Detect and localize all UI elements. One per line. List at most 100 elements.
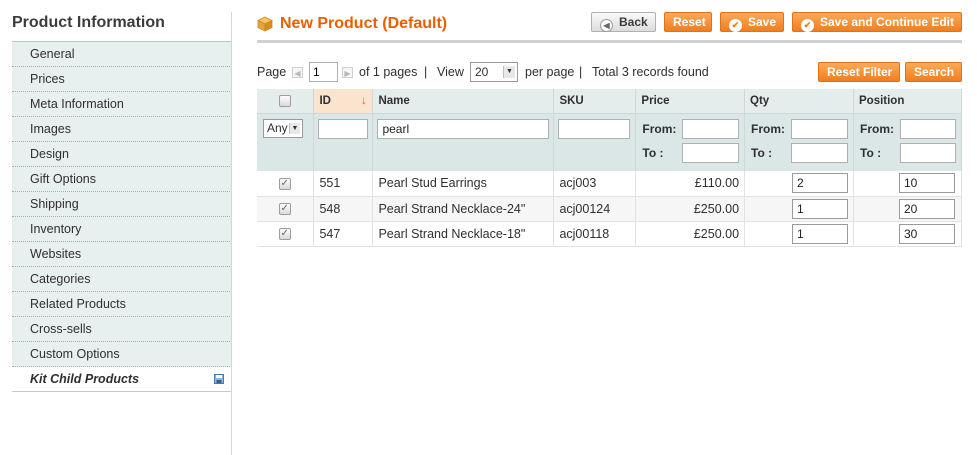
sidebar-item-kit-child-products[interactable]: Kit Child Products [12, 367, 232, 392]
cell-qty [744, 171, 854, 197]
save-and-continue-button[interactable]: ✔ Save and Continue Edit [792, 12, 962, 32]
grid-filter-row: Any ▼ From: To : From: To : [257, 113, 962, 171]
sidebar-item-related-products[interactable]: Related Products [12, 292, 232, 317]
position-range-filter: From: To : [858, 118, 957, 167]
sidebar-item-shipping[interactable]: Shipping [12, 192, 232, 217]
reset-button[interactable]: Reset [664, 12, 712, 32]
total-records-text: Total 3 records found [592, 65, 709, 79]
save-button-label: Save [748, 15, 777, 29]
sidebar-item-label: Related Products [30, 297, 126, 311]
view-label: View [437, 65, 464, 79]
sidebar-item-label: General [30, 47, 75, 61]
id-filter-input[interactable] [318, 118, 369, 139]
per-page-label: per page [525, 65, 575, 79]
position-input[interactable] [899, 173, 955, 194]
sidebar-item-prices[interactable]: Prices [12, 67, 232, 92]
row-checkbox[interactable]: ✓ [278, 228, 291, 241]
back-button[interactable]: ◀ Back [591, 12, 656, 32]
sidebar-item-label: Websites [30, 247, 82, 261]
sidebar-item-gift-options[interactable]: Gift Options [12, 167, 232, 192]
sidebar-item-general[interactable]: General [12, 42, 232, 67]
chevron-down-icon: ▼ [503, 66, 515, 78]
cell-id: 547 [313, 221, 374, 247]
qty-from-input[interactable] [791, 118, 849, 139]
sidebar-item-images[interactable]: Images [12, 117, 232, 142]
price-from-label: From: [642, 121, 677, 136]
save-button[interactable]: ✔ Save [720, 12, 784, 32]
column-sku-label: SKU [559, 94, 584, 107]
search-button[interactable]: Search [905, 62, 962, 82]
position-from-input[interactable] [900, 118, 956, 139]
sort-down-arrow-icon: ↓ [360, 94, 367, 107]
in-kit-filter-value: Any [267, 120, 288, 135]
column-header-qty[interactable]: Qty [744, 89, 854, 114]
table-row[interactable]: ✓ 548 Pearl Strand Necklace-24" acj00124… [257, 196, 962, 222]
search-button-label: Search [914, 65, 955, 79]
column-header-position[interactable]: Position [853, 89, 962, 114]
cell-name: Pearl Strand Necklace-24" [372, 196, 555, 222]
pager-separator: | [424, 65, 428, 79]
reset-filter-button[interactable]: Reset Filter [818, 62, 900, 82]
position-input[interactable] [899, 198, 955, 219]
per-page-select[interactable]: 20 ▼ [470, 62, 518, 82]
sidebar-item-label: Categories [30, 272, 91, 286]
sidebar-item-label: Cross-sells [30, 322, 92, 336]
column-price-label: Price [641, 94, 670, 107]
sidebar-item-label: Shipping [30, 197, 79, 211]
cell-position [853, 196, 962, 222]
checkmark-icon: ✔ [801, 19, 814, 32]
qty-input[interactable] [792, 173, 849, 194]
row-checkbox[interactable]: ✓ [278, 177, 291, 190]
sidebar-item-inventory[interactable]: Inventory [12, 217, 232, 242]
header-select-all[interactable] [257, 89, 315, 114]
sidebar-item-categories[interactable]: Categories [12, 267, 232, 292]
of-pages-text: of 1 pages [359, 65, 418, 79]
price-to-input[interactable] [682, 142, 740, 163]
cell-name: Pearl Stud Earrings [372, 171, 555, 197]
name-filter-input[interactable] [377, 118, 550, 139]
table-row[interactable]: ✓ 547 Pearl Strand Necklace-18" acj00118… [257, 221, 962, 247]
sidebar-item-label: Meta Information [30, 97, 124, 111]
column-header-id[interactable]: ID ↓ [313, 89, 374, 114]
qty-input[interactable] [792, 223, 849, 244]
qty-input[interactable] [792, 198, 849, 219]
cell-id: 548 [313, 196, 374, 222]
sku-filter-input[interactable] [558, 118, 631, 139]
column-header-price[interactable]: Price [635, 89, 746, 114]
column-id-label: ID [319, 94, 331, 107]
sidebar-item-cross-sells[interactable]: Cross-sells [12, 317, 232, 342]
sidebar-item-websites[interactable]: Websites [12, 242, 232, 267]
column-qty-label: Qty [750, 94, 770, 107]
sidebar-item-design[interactable]: Design [12, 142, 232, 167]
back-button-label: Back [619, 15, 648, 29]
row-select-cell: ✓ [257, 171, 315, 197]
cell-sku: acj00124 [553, 196, 637, 222]
sidebar-item-meta-information[interactable]: Meta Information [12, 92, 232, 117]
cell-id: 551 [313, 171, 374, 197]
column-header-sku[interactable]: SKU [553, 89, 637, 114]
kit-child-products-grid: ID ↓ Name SKU Price Qty Position Any ▼ Fr… [257, 89, 962, 247]
sidebar-item-label: Inventory [30, 222, 82, 236]
in-kit-filter-select[interactable]: Any ▼ [263, 118, 303, 138]
select-all-checkbox[interactable] [278, 94, 291, 107]
page-title: New Product (Default) [258, 15, 447, 33]
next-page-icon[interactable]: ▶ [342, 67, 353, 78]
reset-filter-label: Reset Filter [827, 65, 893, 79]
position-input[interactable] [899, 223, 955, 244]
save-continue-button-label: Save and Continue Edit [820, 15, 955, 29]
sidebar-title: Product Information [12, 14, 165, 31]
page-title-text: New Product (Default) [280, 15, 448, 32]
page-number-input[interactable] [309, 62, 338, 82]
position-to-input[interactable] [900, 142, 956, 163]
table-row[interactable]: ✓ 551 Pearl Stud Earrings acj003 £110.00 [257, 171, 962, 197]
sidebar-tab-list: General Prices Meta Information Images D… [12, 41, 232, 392]
cell-qty [744, 221, 854, 247]
qty-range-filter: From: To : [749, 118, 849, 167]
qty-to-input[interactable] [791, 142, 849, 163]
sidebar-item-custom-options[interactable]: Custom Options [12, 342, 232, 367]
filter-cell-position: From: To : [853, 113, 962, 171]
row-checkbox[interactable]: ✓ [278, 203, 291, 216]
column-header-name[interactable]: Name [372, 89, 555, 114]
price-from-input[interactable] [682, 118, 740, 139]
previous-page-icon[interactable]: ◀ [292, 67, 303, 78]
